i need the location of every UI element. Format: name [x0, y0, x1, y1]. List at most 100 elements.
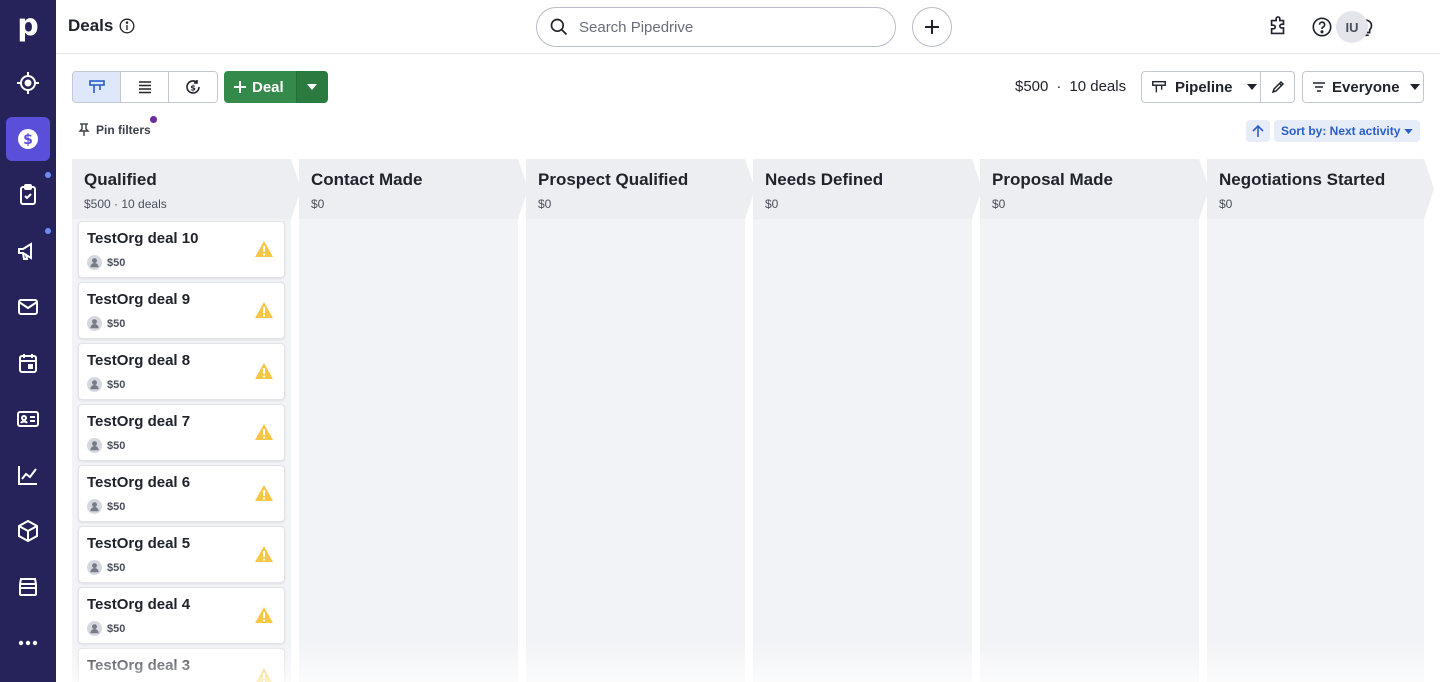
svg-text:$: $ [190, 84, 196, 93]
add-deal-button[interactable]: Deal [224, 71, 296, 103]
deal-title: TestOrg deal 7 [87, 413, 191, 430]
owner-filter-label: Everyone [1332, 78, 1400, 96]
stage-summary: $0 [1219, 197, 1233, 211]
svg-text:$: $ [23, 132, 33, 148]
deal-meta: $50 [87, 621, 125, 636]
insights-icon[interactable] [6, 453, 50, 497]
marketplace-icon[interactable] [6, 565, 50, 609]
warning-icon[interactable] [254, 240, 274, 258]
person-icon [87, 438, 102, 453]
warning-icon[interactable] [254, 545, 274, 563]
deal-card[interactable]: TestOrg deal 4 $50 [78, 587, 285, 644]
search-input[interactable] [579, 18, 869, 36]
deal-value: $50 [107, 500, 126, 513]
pipeline-view-button[interactable] [73, 72, 121, 102]
calendar-icon[interactable] [6, 341, 50, 385]
stage-name: Contact Made [311, 170, 423, 189]
pin-filters-label: Pin filters [96, 123, 151, 137]
deal-meta: $50 [87, 377, 125, 392]
leads-icon[interactable] [6, 61, 50, 105]
deal-card[interactable]: TestOrg deal 7 $50 [78, 404, 285, 461]
caret-down-icon [1246, 84, 1257, 90]
nav-rail: p $ [0, 0, 56, 682]
caret-down-icon [1404, 128, 1414, 134]
page-title: Deals [68, 16, 135, 36]
stage-column: Proposal Made $0 [980, 159, 1209, 682]
products-icon[interactable] [6, 509, 50, 553]
stage-header: Qualified $500 · 10 deals [72, 159, 301, 219]
pipeline-summary: $500 · 10 deals [1015, 78, 1126, 95]
activities-notification-dot [45, 172, 51, 178]
deal-value: $50 [107, 622, 126, 635]
stage-name: Needs Defined [765, 170, 884, 189]
stage-summary: $0 [992, 197, 1006, 211]
deal-card[interactable]: TestOrg deal 8 $50 [78, 343, 285, 400]
deal-meta: $50 [87, 316, 125, 331]
pipeline-select-button[interactable]: Pipeline [1141, 71, 1261, 103]
warning-icon[interactable] [254, 484, 274, 502]
arrow-up-icon [1252, 124, 1264, 137]
contacts-icon[interactable] [6, 397, 50, 441]
add-deal-dropdown-button[interactable] [295, 71, 328, 103]
pipeline-view-icon [88, 80, 105, 93]
warning-icon[interactable] [254, 301, 274, 319]
summary-count: 10 deals [1069, 78, 1127, 95]
stage-column: Needs Defined $0 [753, 159, 982, 682]
deal-value: $50 [107, 561, 126, 574]
deals-icon[interactable]: $ [6, 117, 50, 161]
filter-icon [1313, 82, 1325, 92]
pipeline-icon [1152, 80, 1166, 93]
view-switcher: $ [72, 71, 218, 103]
stage-header: Contact Made $0 [299, 159, 528, 219]
person-icon [87, 377, 102, 392]
stage-column: Qualified $500 · 10 deals TestOrg deal 1… [72, 159, 301, 682]
deal-card[interactable]: TestOrg deal 10 $50 [78, 221, 285, 278]
pin-filters-notification-dot [150, 116, 157, 123]
caret-down-icon [1409, 84, 1420, 90]
activities-icon[interactable] [6, 173, 50, 217]
caret-down-icon [307, 84, 318, 90]
list-view-icon [138, 81, 151, 94]
info-icon[interactable] [119, 18, 135, 34]
deal-meta: $50 [87, 499, 125, 514]
stage-summary: $0 [538, 197, 552, 211]
edit-pipeline-button[interactable] [1261, 71, 1295, 103]
deal-title: TestOrg deal 9 [87, 291, 191, 308]
warning-icon[interactable] [254, 606, 274, 624]
deal-card[interactable]: TestOrg deal 6 $50 [78, 465, 285, 522]
plus-icon [925, 20, 939, 34]
stage-name: Prospect Qualified [538, 170, 689, 189]
warning-icon[interactable] [254, 667, 274, 682]
more-icon[interactable] [6, 621, 50, 665]
deal-card[interactable]: TestOrg deal 5 $50 [78, 526, 285, 583]
list-view-button[interactable] [121, 72, 169, 102]
user-avatar[interactable]: IU [1336, 11, 1368, 43]
pin-filters-button[interactable]: Pin filters [78, 123, 151, 137]
search-box[interactable] [536, 7, 896, 47]
deal-value: $50 [107, 256, 126, 269]
top-bar: Deals IU [56, 0, 1440, 54]
quick-add-button[interactable] [912, 7, 952, 47]
sort-by-button[interactable]: Sort by: Next activity [1274, 120, 1421, 142]
deal-card[interactable]: TestOrg deal 3 [78, 648, 285, 682]
stage-column: Contact Made $0 [299, 159, 528, 682]
deal-meta: $50 [87, 255, 125, 270]
owner-filter-button[interactable]: Everyone [1302, 71, 1424, 103]
extensions-icon[interactable] [1265, 14, 1291, 40]
forecast-view-button[interactable]: $ [169, 72, 217, 102]
person-icon [87, 621, 102, 636]
warning-icon[interactable] [254, 423, 274, 441]
help-icon[interactable] [1309, 14, 1335, 40]
deal-card[interactable]: TestOrg deal 9 $50 [78, 282, 285, 339]
deal-value: $50 [107, 439, 126, 452]
campaigns-icon[interactable] [6, 229, 50, 273]
deal-title: TestOrg deal 10 [87, 230, 199, 247]
person-icon [87, 316, 102, 331]
sort-direction-button[interactable] [1246, 120, 1270, 142]
pipedrive-logo[interactable]: p [0, 0, 56, 52]
deal-title: TestOrg deal 8 [87, 352, 191, 369]
sort-by-label: Sort by: Next activity [1281, 124, 1401, 138]
pin-icon [78, 123, 90, 136]
warning-icon[interactable] [254, 362, 274, 380]
mail-icon[interactable] [6, 285, 50, 329]
